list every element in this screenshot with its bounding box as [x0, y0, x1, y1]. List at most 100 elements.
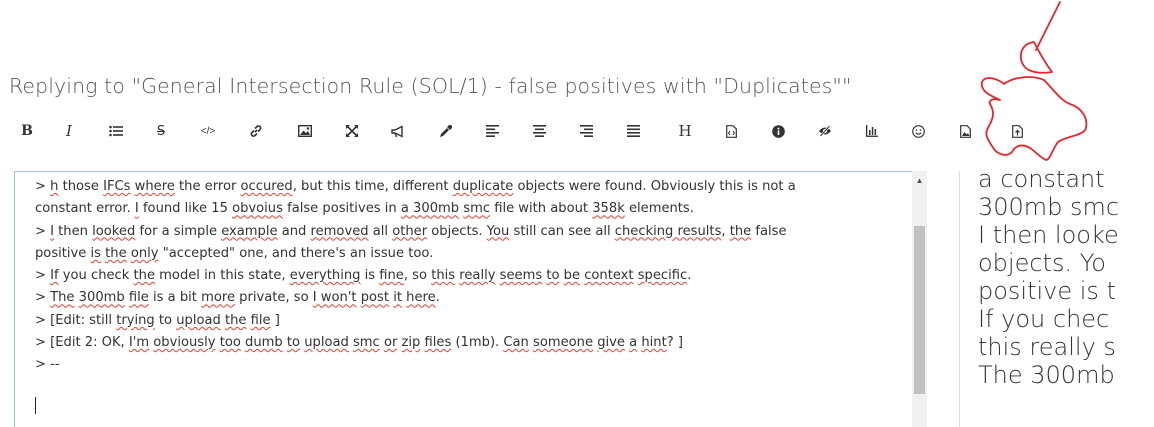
spellcheck-word: I'm	[128, 335, 150, 351]
eyedropper-icon[interactable]	[432, 118, 458, 144]
preview-line: The 300mb	[978, 361, 1115, 389]
align-center-icon[interactable]	[526, 118, 552, 144]
editor-scrollbar[interactable]: ▲	[912, 171, 927, 427]
smiley-icon[interactable]	[905, 118, 931, 144]
spellcheck-word: a 300mb	[400, 201, 460, 217]
info-icon[interactable]	[765, 118, 791, 144]
italic-button[interactable]: I	[56, 118, 82, 144]
text-segment: those	[58, 179, 104, 194]
preview-line: positive is t	[978, 277, 1116, 305]
text-segment: is a bit	[148, 290, 202, 306]
image-upload-icon[interactable]	[952, 118, 978, 144]
text-segment: false positives in	[282, 201, 401, 217]
preview-line: this really s	[978, 333, 1116, 361]
text-segment: elements.	[624, 201, 694, 217]
align-right-icon[interactable]	[573, 118, 599, 144]
spellcheck-word: file	[250, 312, 271, 328]
scroll-up-arrow-icon[interactable]: ▲	[912, 171, 927, 189]
text-segment: you check	[58, 268, 134, 284]
spellcheck-word: upload	[176, 312, 221, 328]
spellcheck-word: You	[486, 223, 510, 239]
image-icon[interactable]	[292, 118, 318, 144]
spellcheck-word: where	[134, 179, 175, 194]
text-segment: constant error.	[35, 201, 135, 217]
spellcheck-word: the	[105, 245, 127, 261]
spellcheck-word: obvoius	[232, 201, 283, 217]
align-justify-icon[interactable]	[620, 118, 646, 144]
text-segment: found like 15	[138, 201, 233, 217]
text-segment: positive	[35, 245, 91, 261]
text-cursor	[35, 397, 36, 414]
spellcheck-word: give	[597, 335, 625, 351]
spellcheck-word: is	[90, 245, 101, 261]
code-icon[interactable]: </>	[195, 118, 221, 144]
scrollbar-thumb[interactable]	[914, 226, 925, 394]
spellcheck-word: smc	[352, 335, 380, 351]
spellcheck-word: checking results	[614, 223, 722, 239]
spellcheck-word: it	[393, 290, 402, 306]
editor-text: > h those IFCs where the error occured, …	[35, 176, 910, 377]
spellcheck-word: to	[286, 335, 301, 351]
strikethrough-icon[interactable]: S	[148, 118, 174, 144]
editor-toolbar: B I S </> H	[14, 118, 1044, 144]
text-segment: then	[54, 223, 93, 239]
spellcheck-word: obviously	[153, 335, 216, 351]
align-left-icon[interactable]	[479, 118, 505, 144]
editor-line: > h those IFCs where the error occured, …	[35, 176, 910, 198]
text-segment: is	[360, 268, 380, 284]
text-segment: .	[435, 290, 440, 306]
text-segment: > [Edit 2: OK,	[35, 335, 129, 351]
spellcheck-word: zip	[401, 335, 421, 351]
spellcheck-word: upload	[304, 335, 349, 351]
spellcheck-word: here	[406, 290, 436, 306]
text-segment: (1mb).	[451, 335, 504, 351]
spellcheck-word: 300mb	[78, 290, 125, 306]
file-upload-icon[interactable]	[1004, 118, 1030, 144]
preview-line: objects. Yo	[978, 249, 1106, 277]
heading-button[interactable]: H	[672, 118, 698, 144]
reply-editor-textarea[interactable]: > h those IFCs where the error occured, …	[14, 171, 927, 427]
spellcheck-word: someone	[533, 335, 594, 351]
text-segment: and	[277, 223, 311, 239]
spellcheck-word: example	[221, 223, 278, 239]
spellcheck-word: smc	[463, 201, 491, 217]
link-icon[interactable]	[243, 118, 269, 144]
editor-line: > I then looked for a simple example and…	[35, 221, 910, 243]
bar-chart-icon[interactable]	[858, 118, 884, 144]
text-segment: > [Edit: still	[35, 312, 117, 328]
text-segment: for a simple	[135, 223, 222, 239]
text-segment: >	[35, 179, 51, 194]
text-segment: "accepted" one, and there's an issue too…	[158, 245, 434, 261]
spellcheck-word: removed	[310, 223, 369, 239]
spellcheck-word: specific	[637, 268, 688, 284]
spellcheck-word: file	[128, 290, 149, 306]
text-segment: private, so	[235, 290, 313, 306]
text-segment: ? ]	[666, 335, 683, 351]
spellcheck-word: everything	[289, 268, 361, 284]
text-segment: .	[687, 268, 692, 284]
text-segment: objects were found. Obviously this is no…	[513, 179, 796, 194]
text-segment: model in this state,	[155, 268, 290, 284]
spellcheck-word: the	[224, 312, 247, 328]
spellcheck-word: occured	[240, 179, 293, 194]
text-segment: , but this time, different	[292, 179, 453, 194]
spellcheck-word: hint	[641, 335, 667, 351]
bullet-list-icon[interactable]	[103, 118, 129, 144]
spellcheck-word: this	[431, 268, 456, 284]
eye-slash-icon[interactable]	[812, 118, 838, 144]
spellcheck-word: the	[133, 268, 156, 284]
spellcheck-word: I won't	[312, 290, 357, 306]
preview-line: a constant	[978, 171, 1105, 193]
spellcheck-word: 358k	[592, 201, 625, 217]
bold-button[interactable]: B	[14, 118, 40, 144]
spellcheck-word: too	[219, 335, 241, 351]
megaphone-icon[interactable]	[385, 118, 411, 144]
spellcheck-word: trying	[116, 312, 155, 328]
spellcheck-word: more	[201, 290, 235, 306]
spellcheck-word: fine	[379, 268, 404, 284]
file-code-icon[interactable]	[718, 118, 744, 144]
text-segment: the error	[174, 179, 241, 194]
text-segment: false	[751, 223, 787, 239]
fullscreen-icon[interactable]	[339, 118, 365, 144]
text-segment: all	[368, 223, 393, 239]
